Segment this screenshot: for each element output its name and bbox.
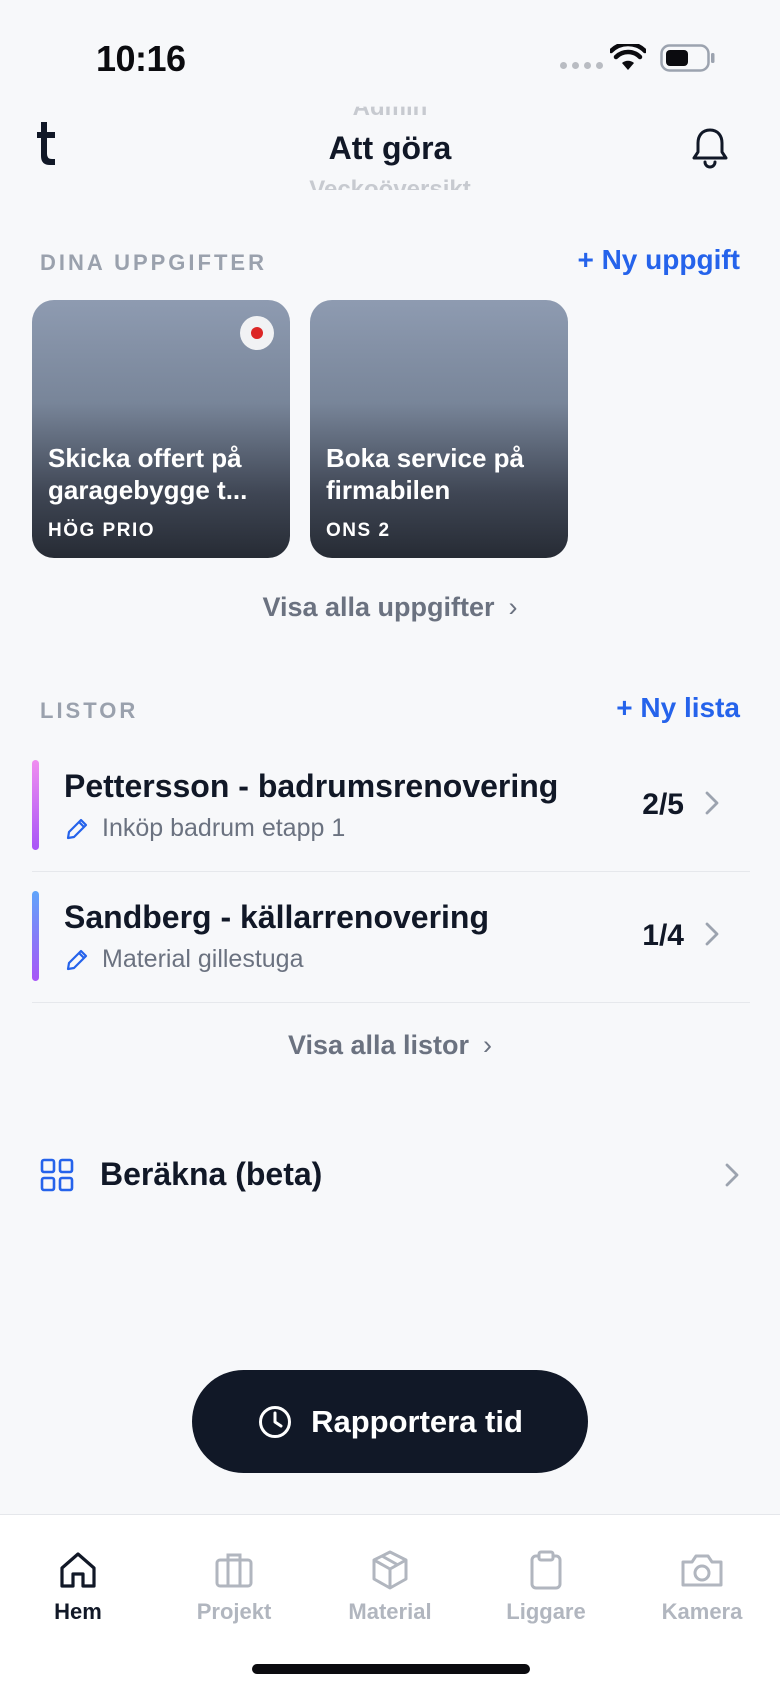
pencil-icon [66, 818, 88, 839]
signal-icon [560, 62, 603, 69]
tab-camera[interactable]: Kamera [624, 1549, 780, 1625]
list-subtitle-text: Inköp badrum etapp 1 [102, 814, 346, 842]
chevron-right-icon: › [508, 592, 518, 622]
home-indicator[interactable] [252, 1664, 530, 1674]
tab-material[interactable]: Material [312, 1549, 468, 1625]
list-title: Sandberg - källarrenovering [64, 899, 490, 935]
list-item[interactable]: Sandberg - källarrenovering Material gil… [32, 873, 750, 993]
view-all-tasks-link[interactable]: Visa alla uppgifter › [0, 592, 780, 623]
box-icon [372, 1550, 408, 1590]
bell-icon[interactable] [688, 126, 732, 170]
lists-section-label: LISTOR [40, 698, 139, 723]
page-title[interactable]: Att göra [0, 130, 780, 167]
new-list-button[interactable]: + Ny lista [616, 692, 740, 724]
view-all-lists-label: Visa alla listor [287, 1030, 470, 1060]
tasks-section-header: DINA UPPGIFTER + Ny uppgift [40, 242, 740, 282]
divider [32, 1002, 750, 1003]
grid-icon [40, 1158, 74, 1192]
list-subtitle-text: Material gillestuga [102, 945, 304, 973]
tab-label: Kamera [661, 1599, 743, 1624]
calculate-row[interactable]: Beräkna (beta) [40, 1150, 740, 1200]
status-time: 10:16 [96, 38, 186, 79]
task-card-tag: HÖG PRIO [48, 520, 156, 541]
briefcase-icon [215, 1553, 253, 1588]
tab-label: Projekt [196, 1599, 272, 1624]
tab-home[interactable]: Hem [0, 1549, 156, 1625]
tab-label: Hem [54, 1599, 102, 1624]
list-count: 2/5 [642, 788, 684, 821]
task-card-title: Skicka offert på garagebygge t... [48, 443, 248, 505]
calculate-label: Beräkna (beta) [100, 1156, 323, 1192]
home-icon [60, 1552, 96, 1588]
lists-section-header: LISTOR + Ny lista [40, 690, 740, 730]
task-cards: Skicka offert på garagebygge t... HÖG PR… [32, 300, 568, 558]
task-card[interactable]: Skicka offert på garagebygge t... HÖG PR… [32, 300, 290, 558]
unread-indicator-icon [240, 316, 274, 350]
task-card-title: Boka service på firmabilen [326, 443, 525, 505]
camera-icon [681, 1554, 723, 1587]
battery-icon [660, 44, 715, 72]
list-title: Pettersson - badrumsrenovering [64, 768, 559, 804]
tab-projects[interactable]: Projekt [156, 1549, 312, 1625]
view-picker-next[interactable]: Veckoöversikt [0, 176, 780, 190]
clipboard-icon [530, 1550, 562, 1590]
list-accent-bar [32, 891, 39, 981]
list-accent-bar [32, 760, 39, 850]
report-time-label: Rapportera tid [311, 1403, 523, 1439]
top-navigation: Admin Att göra Veckoöversikt [0, 92, 780, 202]
new-task-button[interactable]: + Ny uppgift [577, 244, 740, 276]
view-picker-prev[interactable]: Admin [0, 107, 780, 122]
chevron-right-icon [705, 922, 719, 946]
view-all-lists-link[interactable]: Visa alla listor › [0, 1030, 780, 1061]
list-item[interactable]: Pettersson - badrumsrenovering Inköp bad… [32, 742, 750, 862]
status-bar: 10:16 [0, 0, 780, 100]
tab-logbook[interactable]: Liggare [468, 1549, 624, 1625]
wifi-icon [610, 44, 646, 70]
list-subtitle: Material gillestuga [64, 945, 304, 974]
list-count: 1/4 [642, 919, 684, 952]
chevron-right-icon [705, 791, 719, 815]
task-card[interactable]: Boka service på firmabilen ONS 2 [310, 300, 568, 558]
task-card-tag: ONS 2 [326, 520, 391, 541]
clock-icon [259, 1405, 292, 1438]
view-all-tasks-label: Visa alla uppgifter [262, 592, 495, 622]
chevron-right-icon [725, 1163, 739, 1187]
report-time-button[interactable]: Rapportera tid [192, 1370, 588, 1473]
chevron-right-icon: › [483, 1030, 493, 1060]
pencil-icon [66, 949, 88, 970]
tab-label: Liggare [506, 1599, 586, 1624]
divider [32, 871, 750, 872]
tab-label: Material [348, 1599, 432, 1624]
tasks-section-label: DINA UPPGIFTER [40, 250, 267, 275]
list-subtitle: Inköp badrum etapp 1 [64, 814, 345, 843]
